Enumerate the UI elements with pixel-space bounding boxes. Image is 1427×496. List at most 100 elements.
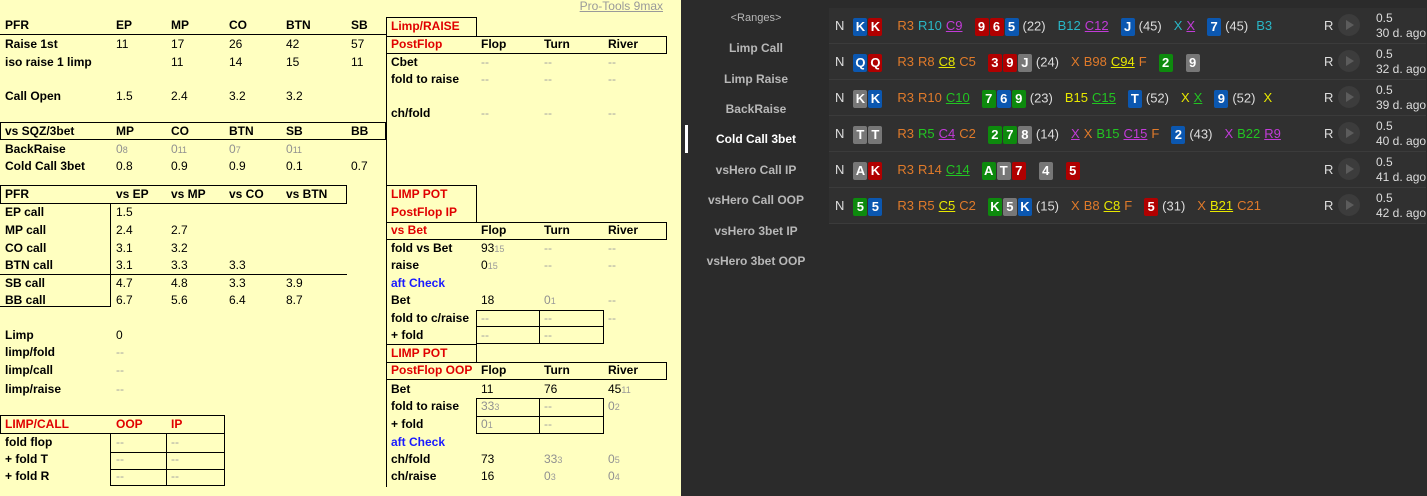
stat-value: 76 [544, 382, 558, 396]
nav-item[interactable]: <Ranges> [681, 10, 831, 26]
pfr2-title: PFR [5, 187, 29, 201]
stat-value: 011 [171, 142, 187, 158]
nav-item[interactable]: vsHero 3bet IP [681, 223, 831, 239]
hand-row[interactable]: N Q Q R3 R8 C8 C5 3 9 J (24) X B98 C94 F 2 9 R 0.5 32 d. ag… [829, 44, 1426, 80]
action-label: X [1083, 126, 1093, 142]
nav-item[interactable]: Cold Call 3bet [681, 131, 831, 147]
action-label: F [1138, 54, 1147, 70]
action-label: C21 [1237, 198, 1261, 214]
action-label: C10 [945, 90, 970, 106]
bb-value: 0.5 [1376, 83, 1393, 97]
limpraise-row-label: fold to raise [391, 72, 460, 86]
limppotip-row-label: raise [391, 258, 420, 272]
card: A [853, 162, 868, 180]
card: K [868, 90, 883, 108]
pfr-row-label: Raise 1st [5, 37, 58, 51]
limppotip-row-label: fold to c/raise [391, 311, 470, 325]
replay-label: R [1324, 162, 1334, 177]
limpcall-row-label: + fold R [5, 469, 50, 483]
stat-value: 0.9 [171, 159, 188, 173]
action-label: C2 [959, 126, 976, 142]
hand-row[interactable]: N T T R3 R5 C4 C2 2 7 8 (14) X X B15 C15 F 2 (43) X B22 R9 R 0… [829, 116, 1426, 152]
stat-sample: 8 [122, 145, 128, 155]
stat-value: -- [481, 72, 489, 86]
stat-value: 3.2 [229, 89, 246, 103]
position-label: N [835, 198, 845, 214]
play-button-icon[interactable] [1338, 158, 1360, 180]
stat-value: -- [171, 435, 179, 449]
stat-value: -- [544, 241, 552, 255]
card: 7 [981, 90, 996, 108]
stat-main: 33 [544, 452, 558, 466]
stat-value: 3.3 [229, 258, 246, 272]
stat-value: -- [608, 241, 616, 255]
nav-item[interactable]: Limp Call [681, 40, 831, 56]
action-label: X [1071, 198, 1080, 214]
nav-item[interactable]: Limp Raise [681, 71, 831, 87]
limpcall-row-label: fold flop [5, 435, 53, 449]
sqz-col-header: SB [286, 124, 303, 138]
stat-main: 0 [544, 293, 551, 307]
card: 8 [1017, 126, 1032, 144]
stat-value: 0.7 [351, 159, 368, 173]
action-label: F [1151, 126, 1160, 142]
hand-line: N 5 5 R3 R5 C5 C2 K 5 K (15) X B8 C8 F 5 (31) X B21 C21 [835, 198, 1281, 216]
stat-value: 3.3 [229, 276, 246, 290]
stat-value: 0.9 [229, 159, 246, 173]
replay-label: R [1324, 126, 1334, 141]
hud-panel: Pro-Tools 9max PFR EP MP CO BTN SB Raise 1st 11 1… [0, 0, 681, 496]
card: 5 [1065, 162, 1080, 180]
stat-sample: 7 [235, 145, 241, 155]
card: A [981, 162, 996, 180]
pfr2-row-label: BTN call [5, 258, 54, 272]
action-label: C8 [938, 54, 956, 70]
limppotip-col-header: Turn [544, 223, 570, 237]
pot-size: (31) [1162, 198, 1186, 214]
pot-size: (15) [1035, 198, 1060, 214]
card: 9 [1011, 90, 1026, 108]
stat-value: 02 [608, 399, 620, 415]
stat-value: -- [116, 435, 124, 449]
play-button-icon[interactable] [1338, 50, 1360, 72]
card: 5 [853, 198, 868, 216]
hand-row[interactable]: N K K R3 R10 C10 7 6 9 (23) B15 C15 T (52) X X 9 (52) X R 0.… [829, 80, 1426, 116]
stat-value: -- [544, 72, 552, 86]
hand-row[interactable]: N A K R3 R14 C14 A T 7 4 5 R 0.5 41 d. ago [829, 152, 1426, 188]
rule-line [110, 485, 225, 486]
stat-value: 15 [286, 55, 300, 69]
play-button-icon[interactable] [1338, 14, 1360, 36]
pfr2-row-label: MP call [5, 223, 47, 237]
nav-item[interactable]: vsHero Call OOP [681, 192, 831, 208]
play-button-icon[interactable] [1338, 194, 1360, 216]
nav-item[interactable]: vsHero 3bet OOP [681, 253, 831, 269]
limppotip-row-label: Bet [391, 293, 411, 307]
play-button-icon[interactable] [1338, 122, 1360, 144]
stat-value: 9315 [481, 241, 504, 257]
nav-item[interactable]: BackRaise [681, 101, 831, 117]
hand-row[interactable]: N K K R3 R10 C9 9 6 5 (22) B12 C12 J (45) X X 7 (45) B3 R 0.… [829, 8, 1426, 44]
action-label: B21 [1209, 198, 1234, 214]
action-label: C15 [1123, 126, 1148, 142]
stat-value: -- [481, 55, 489, 69]
stat-value: 2.4 [171, 89, 188, 103]
limpraise-col-header: Turn [544, 37, 570, 51]
pfr2-col-header: vs BTN [286, 187, 328, 201]
action-label: C15 [1092, 90, 1116, 106]
pfr2-col-header: vs CO [229, 187, 264, 201]
stat-value: -- [116, 345, 124, 359]
nav-item[interactable]: vsHero Call IP [681, 162, 831, 178]
play-button-icon[interactable] [1338, 86, 1360, 108]
hand-row[interactable]: N 5 5 R3 R5 C5 C2 K 5 K (15) X B8 C8 F 5 (31) X B21 C21 R 0.5… [829, 188, 1426, 224]
position-label: N [835, 90, 845, 106]
pfr-col-header: SB [351, 18, 368, 32]
limppotoop-subtitle: PostFlop OOP [391, 363, 473, 377]
card: Q [868, 54, 883, 72]
sqz-row-label: Cold Call 3bet [5, 159, 86, 173]
stat-value: 57 [351, 37, 365, 51]
action-label: B8 [1083, 198, 1100, 214]
action-label: C5 [959, 54, 976, 70]
card: 9 [974, 18, 989, 36]
rule-line [110, 452, 225, 453]
action-label: X [1186, 18, 1196, 34]
action-label: C2 [959, 198, 976, 214]
